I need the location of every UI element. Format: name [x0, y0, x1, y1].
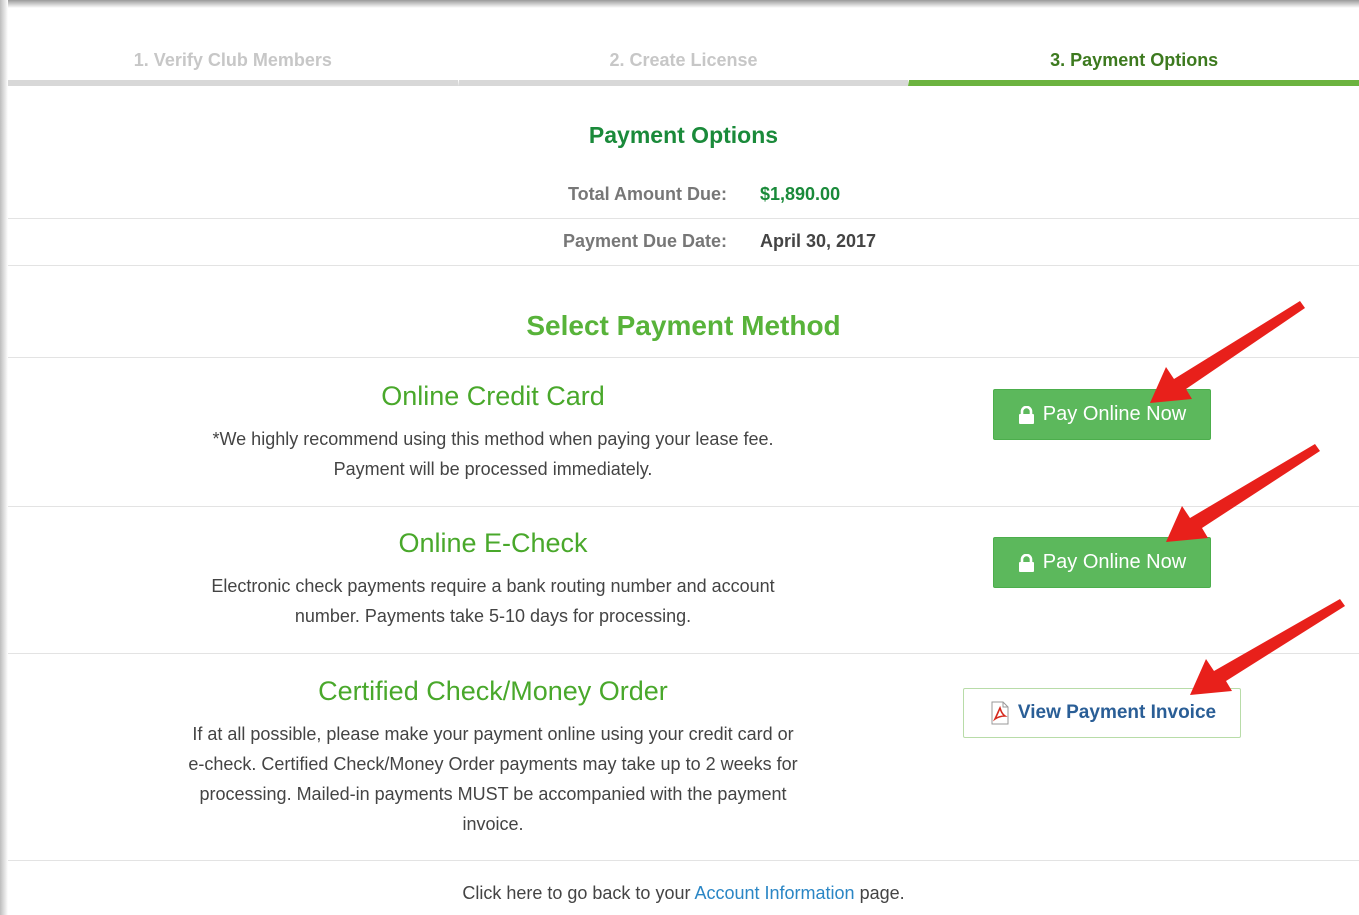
- select-payment-method-title: Select Payment Method: [526, 310, 841, 341]
- description-line: *We highly recommend using this method w…: [212, 429, 774, 449]
- method-description: *We highly recommend using this method w…: [143, 424, 843, 484]
- total-amount-row: Total Amount Due: $1,890.00: [8, 184, 1359, 214]
- divider: [8, 218, 1359, 219]
- description-line: invoice.: [462, 814, 524, 834]
- button-label: Pay Online Now: [1042, 551, 1187, 573]
- footer-text: Click here to go back to your Account In…: [8, 883, 1359, 904]
- total-amount-label: Total Amount Due:: [568, 184, 727, 204]
- button-label: Pay Online Now: [1042, 403, 1187, 425]
- method-name: Certified Check/Money Order: [318, 676, 668, 706]
- step-verify-club-members[interactable]: 1. Verify Club Members: [8, 38, 458, 86]
- wizard-steps: 1. Verify Club Members 2. Create License…: [8, 38, 1359, 86]
- lock-icon: [1018, 405, 1034, 424]
- account-information-link[interactable]: Account Information: [694, 883, 854, 903]
- description-line: processing. Mailed-in payments MUST be a…: [199, 784, 787, 804]
- method-online-credit-card: Online Credit Card *We highly recommend …: [8, 381, 978, 484]
- page-frame: 1. Verify Club Members 2. Create License…: [0, 0, 1359, 915]
- divider: [8, 860, 1359, 861]
- due-date-value: April 30, 2017: [760, 231, 877, 251]
- due-date-row: Payment Due Date: April 30, 2017: [8, 231, 1359, 261]
- divider: [8, 357, 1359, 358]
- window-shadow: [0, 0, 8, 915]
- divider: [8, 653, 1359, 654]
- view-payment-invoice-button[interactable]: View Payment Invoice: [963, 688, 1241, 738]
- footer-prefix: Click here to go back to your: [462, 883, 691, 903]
- divider: [8, 265, 1359, 266]
- method-name: Online Credit Card: [381, 381, 605, 411]
- description-line: number. Payments take 5-10 days for proc…: [294, 606, 692, 626]
- step-payment-options[interactable]: 3. Payment Options: [908, 38, 1359, 86]
- main-content: 1. Verify Club Members 2. Create License…: [8, 8, 1359, 915]
- description-line: If at all possible, please make your pay…: [192, 724, 794, 744]
- pdf-icon: [991, 701, 1009, 725]
- due-date-label: Payment Due Date:: [562, 231, 727, 251]
- description-line: e-check. Certified Check/Money Order pay…: [188, 754, 798, 774]
- step-create-license[interactable]: 2. Create License: [457, 38, 909, 86]
- description-line: Payment will be processed immediately.: [333, 459, 653, 479]
- method-name: Online E-Check: [398, 528, 588, 558]
- total-amount-value: $1,890.00: [760, 184, 841, 204]
- method-description: If at all possible, please make your pay…: [143, 719, 843, 839]
- footer-suffix: page.: [859, 883, 905, 903]
- method-online-e-check: Online E-Check Electronic check payments…: [8, 528, 978, 631]
- pay-online-e-check-button[interactable]: Pay Online Now: [993, 537, 1211, 588]
- divider: [8, 506, 1359, 507]
- method-description: Electronic check payments require a bank…: [143, 571, 843, 631]
- method-certified-check-money-order: Certified Check/Money Order If at all po…: [8, 676, 978, 839]
- description-line: Electronic check payments require a bank…: [211, 576, 775, 596]
- payment-options-title: Payment Options: [588, 122, 779, 148]
- pay-online-credit-card-button[interactable]: Pay Online Now: [993, 389, 1211, 440]
- button-label: View Payment Invoice: [1017, 702, 1217, 723]
- window-shadow: [0, 0, 1359, 8]
- lock-icon: [1018, 553, 1034, 572]
